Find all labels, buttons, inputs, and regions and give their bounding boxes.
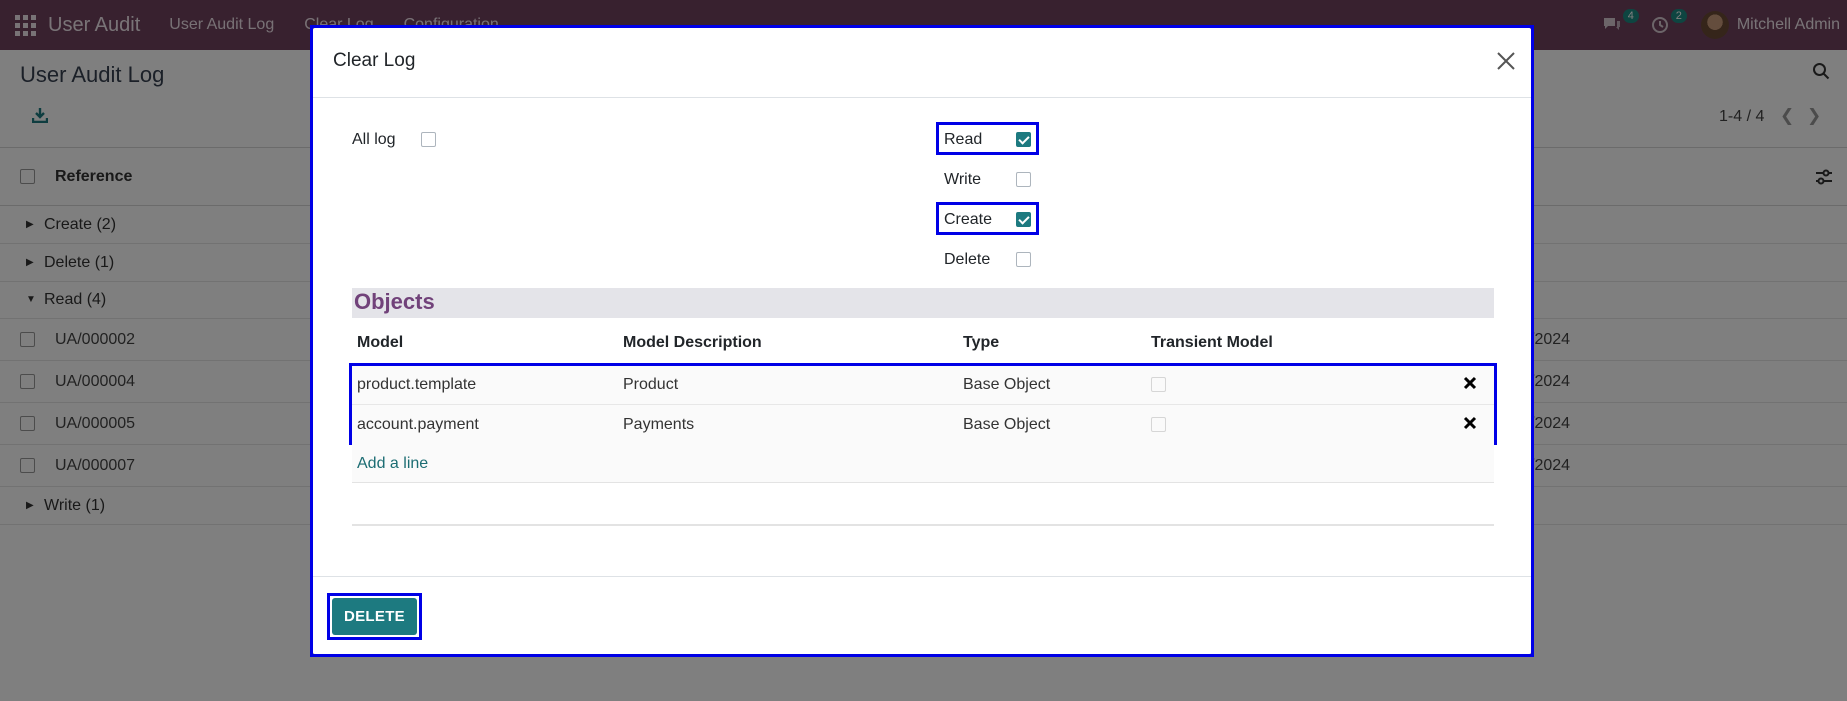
delete-button[interactable]: DELETE [332,598,417,635]
dialog-highlight [310,25,1534,657]
create-checkbox[interactable] [1016,212,1031,227]
column-model-description[interactable]: Model Description [623,334,762,352]
clear-log-dialog: Clear Log All log Read Write Create Dele… [310,25,1534,657]
delete-checkbox[interactable] [1016,252,1031,267]
objects-title: Objects [354,289,435,314]
dialog-header: Clear Log [313,28,1531,98]
objects-section-header: Objects [352,288,1494,318]
add-a-line-link[interactable]: Add a line [357,455,428,473]
column-model[interactable]: Model [357,334,403,352]
close-icon[interactable] [1495,50,1517,72]
all-log-checkbox[interactable] [421,132,436,147]
dialog-title: Clear Log [333,50,416,71]
all-log-label: All log [352,131,396,148]
write-label: Write [944,171,982,188]
dialog-footer-divider [313,576,1531,577]
rows-highlight [349,363,1497,445]
add-line-row [352,441,1494,483]
read-checkbox[interactable] [1016,132,1031,147]
table-bottom-divider [352,524,1494,526]
column-type[interactable]: Type [963,334,999,352]
create-label: Create [944,211,993,228]
read-label: Read [944,131,983,148]
write-checkbox[interactable] [1016,172,1031,187]
delete-label: Delete [944,251,991,268]
column-transient-model[interactable]: Transient Model [1151,334,1273,352]
